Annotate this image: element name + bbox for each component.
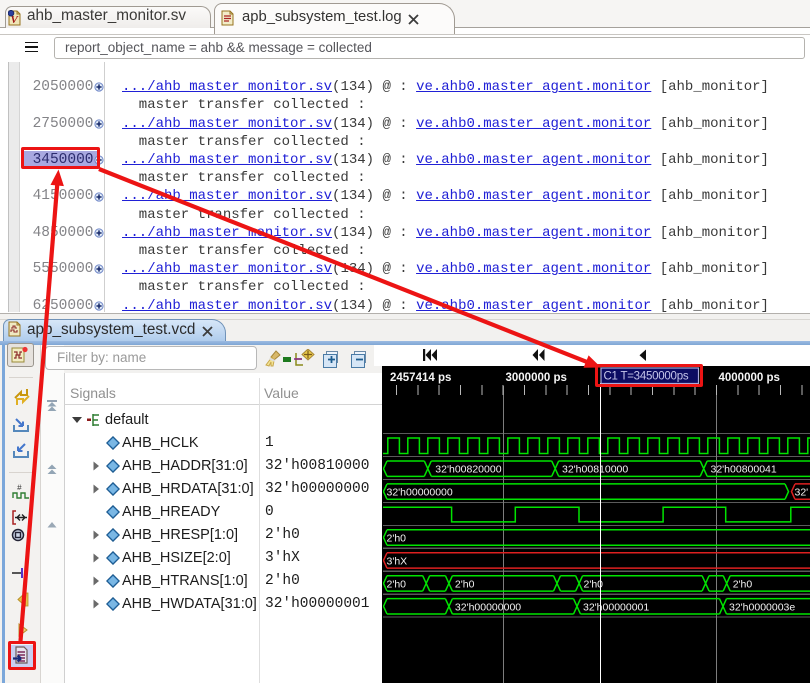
svg-text:2'h0: 2'h0 bbox=[455, 578, 475, 590]
svg-text:32'h00800041: 32'h00800041 bbox=[711, 464, 777, 476]
svg-text:#: # bbox=[17, 484, 22, 493]
svg-text:2457414 ps: 2457414 ps bbox=[390, 372, 451, 384]
svg-text:2'h0: 2'h0 bbox=[733, 578, 753, 590]
svg-text:32'h00000000: 32'h00000000 bbox=[455, 601, 521, 613]
svg-text:32'h00000000: 32'h00000000 bbox=[387, 487, 453, 499]
svg-text:3000000 ps: 3000000 ps bbox=[506, 372, 567, 384]
svg-text:2'h0: 2'h0 bbox=[387, 578, 407, 590]
svg-text:32'h0000003e: 32'h0000003e bbox=[729, 601, 795, 613]
svg-text:32': 32' bbox=[795, 487, 809, 499]
svg-text:2'h0: 2'h0 bbox=[387, 533, 407, 545]
svg-text:32'h00810000: 32'h00810000 bbox=[562, 464, 628, 476]
svg-text:32'h00820000: 32'h00820000 bbox=[435, 464, 501, 476]
svg-text:3'hX: 3'hX bbox=[387, 555, 408, 567]
svg-text:32'h00000001: 32'h00000001 bbox=[583, 601, 649, 613]
svg-text:4000000 ps: 4000000 ps bbox=[719, 372, 780, 384]
